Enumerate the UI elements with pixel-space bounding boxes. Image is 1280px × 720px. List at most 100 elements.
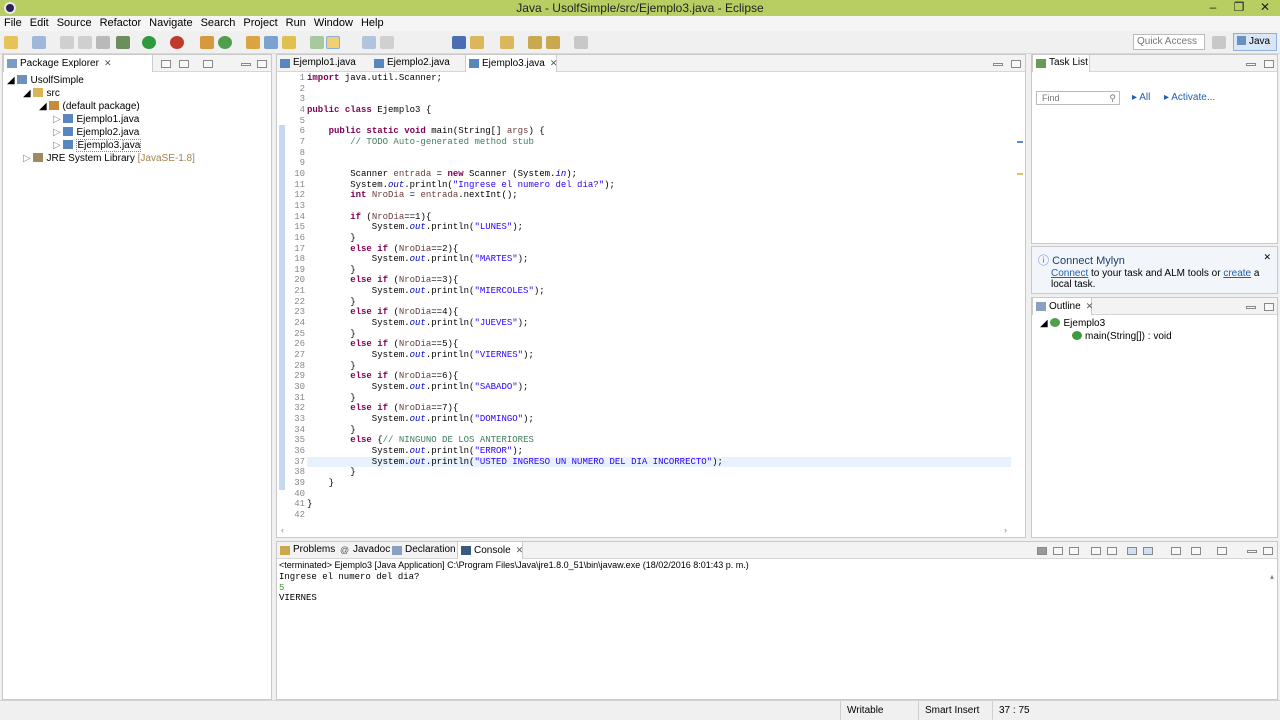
- restore-button[interactable]: ❐: [1226, 0, 1252, 16]
- minimize-view-icon[interactable]: [241, 63, 251, 66]
- highlight-icon[interactable]: [326, 36, 340, 49]
- menu-source[interactable]: Source: [53, 16, 96, 31]
- close-icon[interactable]: ✕: [550, 58, 558, 68]
- menu-search[interactable]: Search: [197, 16, 240, 31]
- tab-ejemplo3[interactable]: Ejemplo3.java ✕: [465, 55, 557, 72]
- minimize-view-icon[interactable]: [1246, 306, 1256, 309]
- save-icon[interactable]: [60, 36, 74, 49]
- menu-edit[interactable]: Edit: [26, 16, 53, 31]
- last-edit-icon[interactable]: [500, 36, 514, 49]
- tab-declaration[interactable]: Declaration: [389, 542, 456, 559]
- tab-ejemplo2[interactable]: Ejemplo2.java: [371, 55, 463, 72]
- menu-run[interactable]: Run: [282, 16, 310, 31]
- collapsed-arrow-icon[interactable]: ▷: [23, 153, 31, 164]
- overview-ruler[interactable]: [1015, 73, 1025, 523]
- vertical-scrollbar[interactable]: ▴: [1267, 572, 1277, 690]
- prev-annotation-icon[interactable]: [470, 36, 484, 49]
- new-class-icon[interactable]: [218, 36, 232, 49]
- show-on-stdout-icon[interactable]: [1127, 547, 1137, 555]
- tree-project[interactable]: ◢ UsolfSimple: [7, 74, 84, 87]
- code-text[interactable]: import java.util.Scanner; public class E…: [307, 73, 1011, 521]
- menu-refactor[interactable]: Refactor: [96, 16, 146, 31]
- annotation-icon[interactable]: [282, 36, 296, 49]
- tab-console[interactable]: Console ✕: [457, 542, 523, 559]
- open-console-icon[interactable]: [1217, 547, 1227, 555]
- outline-class-row[interactable]: ◢ Ejemplo3: [1040, 318, 1105, 329]
- link-with-editor-icon[interactable]: [179, 60, 189, 68]
- task-find-input[interactable]: Find ⚲: [1036, 91, 1120, 105]
- scroll-lock-icon[interactable]: [1091, 547, 1101, 555]
- back-icon[interactable]: [528, 36, 542, 49]
- minimize-view-icon[interactable]: [1247, 550, 1257, 553]
- tab-package-explorer[interactable]: Package Explorer ✕: [3, 55, 153, 72]
- menu-project[interactable]: Project: [239, 16, 281, 31]
- horizontal-scrollbar[interactable]: ‹ ›: [277, 525, 1011, 535]
- close-icon[interactable]: ✕: [104, 58, 112, 68]
- outline-method-row[interactable]: main(String[]) : void: [1072, 331, 1172, 342]
- connect-link[interactable]: Connect: [1051, 268, 1088, 279]
- expanded-arrow-icon[interactable]: ◢: [7, 75, 15, 86]
- console-output[interactable]: Ingrese el numero del dia? 5 VIERNES: [279, 572, 419, 604]
- close-icon[interactable]: ✕: [1086, 301, 1094, 311]
- collapsed-arrow-icon[interactable]: ▷: [53, 140, 61, 151]
- minimize-button[interactable]: –: [1200, 0, 1226, 16]
- forward-arrow-icon[interactable]: [574, 36, 588, 49]
- tab-ejemplo1[interactable]: Ejemplo1.java: [277, 55, 369, 72]
- pin-console-icon[interactable]: [1171, 547, 1181, 555]
- close-button[interactable]: ✕: [1252, 0, 1278, 16]
- quick-access-input[interactable]: Quick Access: [1133, 34, 1205, 50]
- task-marker[interactable]: [1017, 141, 1023, 143]
- minimize-view-icon[interactable]: [1246, 63, 1256, 66]
- debug-icon[interactable]: [116, 36, 130, 49]
- all-tasks-link[interactable]: ▸ All: [1132, 92, 1150, 103]
- maximize-view-icon[interactable]: [257, 60, 267, 68]
- block-selection-icon[interactable]: [362, 36, 376, 49]
- terminate-icon[interactable]: [1037, 547, 1047, 555]
- java-perspective-button[interactable]: Java: [1233, 33, 1277, 51]
- tab-task-list[interactable]: Task List: [1032, 55, 1090, 72]
- view-menu-icon[interactable]: [203, 60, 213, 68]
- word-wrap-icon[interactable]: [1107, 547, 1117, 555]
- open-type-icon[interactable]: [246, 36, 260, 49]
- tree-file-ejemplo2[interactable]: ▷ Ejemplo2.java: [53, 126, 139, 139]
- tree-jre-library[interactable]: ▷ JRE System Library [JavaSE-1.8]: [23, 152, 195, 165]
- menu-file[interactable]: File: [0, 16, 26, 31]
- next-annotation-icon[interactable]: [452, 36, 466, 49]
- tree-src[interactable]: ◢ src: [23, 87, 60, 100]
- tab-problems[interactable]: Problems: [277, 542, 335, 559]
- minimize-view-icon[interactable]: [993, 63, 1003, 66]
- maximize-view-icon[interactable]: [1011, 60, 1021, 68]
- menu-window[interactable]: Window: [310, 16, 357, 31]
- run-icon[interactable]: [142, 36, 156, 49]
- expanded-arrow-icon[interactable]: ◢: [1040, 318, 1048, 329]
- warning-marker[interactable]: [1017, 173, 1023, 175]
- maximize-view-icon[interactable]: [1264, 303, 1274, 311]
- new-project-icon[interactable]: [32, 36, 46, 49]
- collapsed-arrow-icon[interactable]: ▷: [53, 127, 61, 138]
- maximize-view-icon[interactable]: [1263, 547, 1273, 555]
- expanded-arrow-icon[interactable]: ◢: [23, 88, 31, 99]
- tree-file-ejemplo1[interactable]: ▷ Ejemplo1.java: [53, 113, 139, 126]
- tab-javadoc[interactable]: @ Javadoc: [337, 542, 390, 559]
- maximize-view-icon[interactable]: [1264, 60, 1274, 68]
- create-link[interactable]: create: [1223, 268, 1251, 279]
- tree-default-package[interactable]: ◢ (default package): [39, 100, 140, 113]
- remove-launch-icon[interactable]: [1053, 547, 1063, 555]
- show-whitespace-icon[interactable]: [380, 36, 394, 49]
- activate-link[interactable]: ▸ Activate...: [1164, 92, 1215, 103]
- tab-outline[interactable]: Outline ✕: [1032, 298, 1094, 315]
- new-icon[interactable]: [4, 36, 18, 49]
- print-icon[interactable]: [96, 36, 110, 49]
- close-icon[interactable]: ✕: [1263, 252, 1271, 263]
- save-all-icon[interactable]: [78, 36, 92, 49]
- collapse-all-icon[interactable]: [161, 60, 171, 68]
- display-console-icon[interactable]: [1191, 547, 1201, 555]
- tree-file-ejemplo3[interactable]: ▷ Ejemplo3.java: [53, 139, 142, 152]
- new-java-package-icon[interactable]: [200, 36, 214, 49]
- collapsed-arrow-icon[interactable]: ▷: [53, 114, 61, 125]
- back-arrow-icon[interactable]: [546, 36, 560, 49]
- open-perspective-icon[interactable]: [1212, 36, 1226, 49]
- menu-navigate[interactable]: Navigate: [145, 16, 196, 31]
- expanded-arrow-icon[interactable]: ◢: [39, 101, 47, 112]
- search-icon[interactable]: [264, 36, 278, 49]
